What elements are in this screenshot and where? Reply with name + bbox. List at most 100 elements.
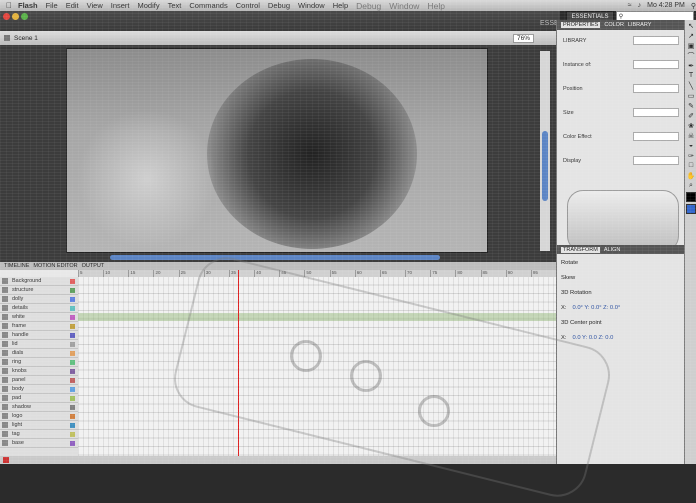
layer-row[interactable]: shadow	[0, 403, 78, 412]
layer-row[interactable]: Background	[0, 277, 78, 286]
wifi-icon[interactable]: ≈	[628, 2, 632, 9]
property-field[interactable]	[633, 36, 679, 45]
frame-grid[interactable]	[78, 277, 556, 464]
layer-row[interactable]: structure	[0, 286, 78, 295]
stage-horizontal-scrollbar[interactable]	[110, 255, 440, 260]
bone-icon[interactable]: ☠	[686, 131, 696, 140]
property-field[interactable]	[633, 132, 679, 141]
layer-color-swatch[interactable]	[70, 323, 75, 329]
pencil-icon[interactable]: ✎	[686, 101, 696, 110]
frame-ruler[interactable]: 5 10 15 20 25 30 35 40 45 50 55 60 65 70 75 80 85 90 95	[78, 270, 556, 277]
layer-color-swatch[interactable]	[70, 305, 75, 311]
layer-row[interactable]: handle	[0, 331, 78, 340]
layer-color-swatch[interactable]	[70, 314, 75, 320]
stage-canvas[interactable]	[66, 48, 488, 253]
line-icon[interactable]: ╲	[686, 81, 696, 90]
menu-item-file[interactable]: File	[46, 1, 58, 11]
layer-color-swatch[interactable]	[70, 278, 75, 284]
arrow-icon[interactable]: ↖	[686, 21, 696, 30]
layer-row[interactable]: white	[0, 313, 78, 322]
apple-menu-icon[interactable]: 	[4, 1, 14, 11]
menu-item-control[interactable]: Control	[236, 1, 260, 11]
layer-color-swatch[interactable]	[70, 395, 75, 401]
rect-icon[interactable]: ▭	[686, 91, 696, 100]
layer-row[interactable]: lid	[0, 340, 78, 349]
layer-row[interactable]: logo	[0, 412, 78, 421]
free-transform-icon[interactable]: ▣	[686, 41, 696, 50]
menu-item-modify[interactable]: Modify	[138, 1, 160, 11]
pen-icon[interactable]: ✒	[686, 61, 696, 70]
layer-color-swatch[interactable]	[70, 287, 75, 293]
layer-row[interactable]: dials	[0, 349, 78, 358]
layer-row[interactable]: tag	[0, 430, 78, 439]
volume-icon[interactable]: ♪	[638, 2, 642, 9]
layer-color-swatch[interactable]	[70, 413, 75, 419]
paint-bucket-icon[interactable]: ◒	[686, 141, 696, 150]
eyedropper-icon[interactable]: ✑	[686, 151, 696, 160]
eraser-icon[interactable]: □	[686, 161, 696, 170]
layer-row[interactable]: ring	[0, 358, 78, 367]
layer-row[interactable]: dolly	[0, 295, 78, 304]
layer-color-swatch[interactable]	[70, 404, 75, 410]
minimize-window-icon[interactable]	[12, 13, 19, 20]
property-field[interactable]	[633, 84, 679, 93]
layer-row[interactable]: pad	[0, 394, 78, 403]
menu-item-help[interactable]: Help	[333, 1, 348, 11]
layer-color-swatch[interactable]	[70, 368, 75, 374]
menu-item-debug[interactable]: Debug	[268, 1, 290, 11]
zoom-select[interactable]: 76%	[512, 33, 534, 43]
timeline-tab[interactable]: OUTPUT	[82, 263, 105, 269]
panel-tab[interactable]: COLOR	[604, 22, 624, 28]
layer-row[interactable]: knobs	[0, 367, 78, 376]
panel-tab[interactable]: PROPERTIES	[561, 22, 601, 28]
scroll-thumb[interactable]	[542, 131, 548, 201]
zoom-window-icon[interactable]	[21, 13, 28, 20]
property-field[interactable]	[633, 60, 679, 69]
layer-color-swatch[interactable]	[70, 422, 75, 428]
subselect-icon[interactable]: ↗	[686, 31, 696, 40]
panel-tab[interactable]: LIBRARY	[628, 22, 651, 28]
fill-color-swatch[interactable]	[686, 204, 696, 214]
lasso-icon[interactable]: ⌒	[686, 51, 696, 60]
zoom-icon[interactable]: ⌕	[686, 181, 696, 190]
brush-icon[interactable]: ✐	[686, 111, 696, 120]
transform-value[interactable]: 0.0° Y: 0.0° Z: 0.0°	[572, 305, 620, 311]
deco-icon[interactable]: ❀	[686, 121, 696, 130]
layer-row[interactable]: frame	[0, 322, 78, 331]
playhead[interactable]	[238, 270, 239, 464]
property-field[interactable]	[633, 108, 679, 117]
stage-vertical-scrollbar[interactable]	[540, 51, 550, 251]
layer-row[interactable]: body	[0, 385, 78, 394]
spotlight-icon[interactable]: ⚲	[691, 2, 696, 10]
layer-color-swatch[interactable]	[70, 350, 75, 356]
layer-row[interactable]: base	[0, 439, 78, 448]
menu-item-flash[interactable]: Flash	[18, 1, 38, 11]
hand-icon[interactable]: ✋	[686, 171, 696, 180]
timeline-tab[interactable]: MOTION EDITOR	[33, 263, 77, 269]
transform-tab[interactable]: TRANSFORM	[561, 246, 600, 253]
timeline-tab[interactable]: TIMELINE	[4, 263, 29, 269]
layer-color-swatch[interactable]	[70, 386, 75, 392]
layer-row[interactable]: details	[0, 304, 78, 313]
text-icon[interactable]: T	[686, 71, 696, 80]
layer-row[interactable]: panel	[0, 376, 78, 385]
transform-value[interactable]: 0.0 Y: 0.0 Z: 0.0	[572, 335, 613, 341]
menu-item-insert[interactable]: Insert	[111, 1, 130, 11]
layer-color-swatch[interactable]	[70, 431, 75, 437]
menu-item-text[interactable]: Text	[168, 1, 182, 11]
property-field[interactable]	[633, 156, 679, 165]
menu-item-edit[interactable]: Edit	[66, 1, 79, 11]
menu-item-window[interactable]: Window	[298, 1, 325, 11]
layer-color-swatch[interactable]	[70, 341, 75, 347]
delete-layer-icon[interactable]	[3, 457, 9, 463]
layer-color-swatch[interactable]	[70, 296, 75, 302]
menu-item-commands[interactable]: Commands	[189, 1, 227, 11]
layer-color-swatch[interactable]	[70, 359, 75, 365]
transform-tab[interactable]: ALIGN	[604, 247, 621, 253]
scene-label[interactable]: Scene 1	[14, 35, 38, 42]
stroke-color-swatch[interactable]	[686, 192, 696, 202]
layer-row[interactable]: light	[0, 421, 78, 430]
close-window-icon[interactable]	[3, 13, 10, 20]
layer-color-swatch[interactable]	[70, 332, 75, 338]
layer-color-swatch[interactable]	[70, 377, 75, 383]
